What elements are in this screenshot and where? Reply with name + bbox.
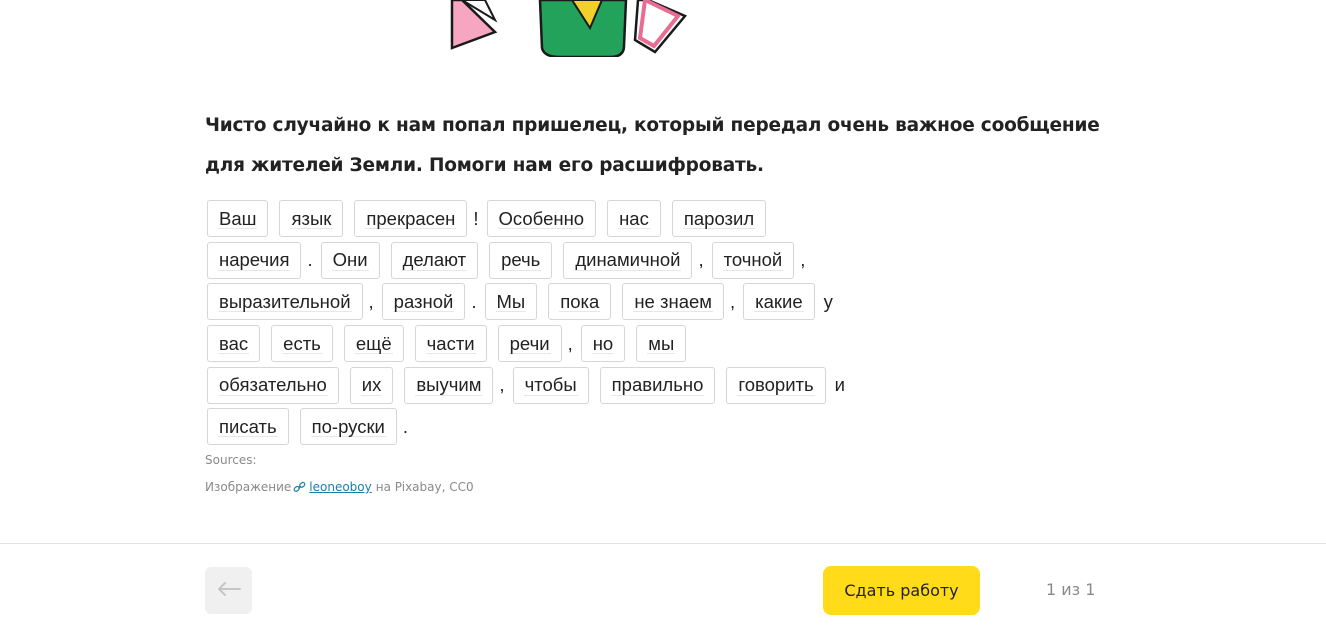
word-text: Особенно [498,207,585,229]
page: Чисто случайно к нам попал пришелец, кот… [0,0,1326,637]
punctuation: у [823,290,833,312]
punctuation: , [567,332,573,354]
word-text: выучим [416,374,482,396]
credit-suffix: на Pixabay, CC0 [375,480,474,494]
word-text: Мы [496,290,526,312]
word-text: нас [619,207,649,229]
word-text: язык [291,207,332,229]
word-text: Они [332,249,368,271]
word-field[interactable]: Мы [484,283,538,321]
word-text: разной [393,290,454,312]
word-field[interactable]: мы [636,325,687,363]
word-field[interactable]: какие [743,283,815,321]
word-text: речь [501,249,541,271]
punctuation: ! [473,207,479,229]
punctuation: . [307,249,313,271]
word-field[interactable]: но [580,325,626,363]
word-field[interactable]: речи [497,325,562,363]
word-text: части [426,332,475,354]
word-field[interactable]: чтобы [512,366,589,404]
submit-button[interactable]: Сдать работу [823,566,980,615]
word-field[interactable]: Они [320,241,380,279]
word-field[interactable]: есть [271,325,333,363]
sources-label: Sources: [205,453,257,467]
punctuation: , [698,249,704,271]
word-text: писать [219,415,277,437]
puzzle-line: вас есть ещё части речи, но мы [207,323,1087,365]
word-field[interactable]: прекрасен [354,200,468,238]
credit-prefix: Изображение [205,480,292,494]
image-credit: Изображение leoneoboy на Pixabay, CC0 [205,480,474,494]
word-field[interactable]: нас [607,200,661,238]
word-field[interactable]: говорить [726,366,826,404]
word-field[interactable]: Особенно [486,200,597,238]
word-field[interactable]: делают [390,241,479,279]
punctuation: , [729,290,736,312]
word-field[interactable]: обязательно [207,366,339,404]
word-text: точной [723,249,783,271]
word-text: наречия [219,249,290,271]
word-text: не знаем [634,290,712,312]
word-text: правильно [611,374,704,396]
word-field[interactable]: динамичной [563,241,693,279]
arrow-left-icon [217,581,241,600]
word-field[interactable]: парозил [671,200,767,238]
word-text: есть [283,332,321,354]
punctuation: . [471,290,477,312]
word-text: обязательно [219,374,327,396]
word-field[interactable]: писать [207,408,289,446]
puzzle-line: обязательно их выучим, чтобы правильно говори… [207,364,1087,406]
punctuation: , [368,290,374,312]
word-text: чтобы [524,374,577,396]
footer-divider [0,543,1326,544]
puzzle-line: писать по-руски. [207,406,1087,448]
task-description: Чисто случайно к нам попал пришелец, кот… [205,115,1100,176]
word-text: мы [648,332,675,354]
puzzle-line: наречия. Они делают речь динамичной, точной, [207,240,1087,282]
word-text: делают [402,249,467,271]
word-field[interactable]: выучим [404,366,494,404]
word-text: прекрасен [366,207,456,229]
punctuation: . [402,415,409,437]
word-text: какие [755,290,803,312]
word-field[interactable]: пока [548,283,612,321]
word-puzzle: Ваш язык прекрасен! Особенно нас парозил нареч… [207,198,1087,448]
word-text: ещё [355,332,392,354]
page-counter: 1 из 1 [1046,580,1096,599]
word-field[interactable]: наречия [207,241,302,279]
punctuation: , [499,374,505,396]
punctuation: и [834,374,845,396]
word-text: пока [560,290,600,312]
word-field[interactable]: их [349,366,394,404]
punctuation: , [800,249,806,271]
word-field[interactable]: правильно [599,366,716,404]
word-field[interactable]: не знаем [622,283,724,321]
link-icon [293,481,306,493]
word-field[interactable]: вас [207,325,261,363]
back-button[interactable] [205,567,252,614]
word-text: выразительной [219,290,351,312]
word-field[interactable]: язык [279,200,344,238]
puzzle-line: выразительной, разной. Мы пока не знаем, каки… [207,281,1087,323]
alien-illustration [440,0,700,57]
word-field[interactable]: части [414,325,487,363]
word-field[interactable]: выразительной [207,283,363,321]
word-field[interactable]: Ваш [207,200,269,238]
word-text: по-руски [311,415,385,437]
word-field[interactable]: речь [489,241,553,279]
word-text: но [592,332,614,354]
word-text: динамичной [575,249,681,271]
word-text: Ваш [219,207,257,229]
word-field[interactable]: по-руски [299,408,397,446]
word-text: говорить [738,374,814,396]
word-text: вас [219,332,249,354]
author-link[interactable]: leoneoboy [309,480,371,494]
word-text: речи [509,332,550,354]
word-field[interactable]: точной [711,241,795,279]
puzzle-line: Ваш язык прекрасен! Особенно нас парозил [207,198,1087,240]
word-field[interactable]: ещё [343,325,404,363]
word-text: парозил [683,207,755,229]
word-text: их [361,374,382,396]
word-field[interactable]: разной [381,283,466,321]
